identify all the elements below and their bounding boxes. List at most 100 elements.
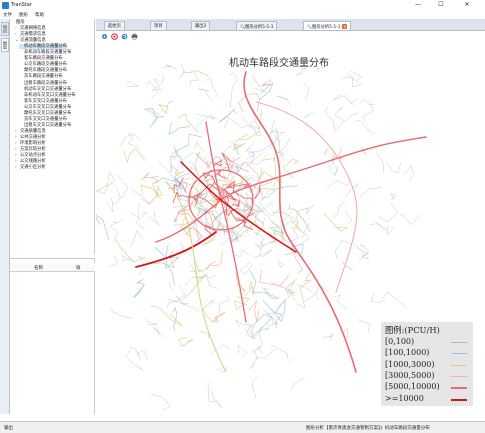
status-bar: 输出 图形分析【南京青奥会交通管制方案】》机动车路段交通量分布 — [0, 421, 485, 433]
road-segment — [177, 113, 199, 134]
print-icon[interactable] — [131, 33, 138, 40]
road-segment — [207, 251, 223, 266]
refresh-icon[interactable] — [121, 33, 128, 40]
tree-item-label: 客车路段交通量分布 — [24, 56, 63, 62]
road-segment — [353, 244, 369, 257]
menu-help[interactable]: 帮助 — [35, 12, 44, 18]
tree-item[interactable]: 非机动车交叉口交通量分布 — [19, 93, 76, 98]
sidetab-layers[interactable]: 图层 — [1, 38, 9, 52]
properties-panel: 名称 值 — [10, 258, 95, 414]
tree-item[interactable]: › 交通网络信息 — [15, 26, 46, 31]
tree-item[interactable]: 出租车交叉口交通量分布 — [19, 123, 71, 128]
tree-item-label: 出租车交叉口交通量分布 — [24, 122, 72, 128]
road-segment — [106, 197, 114, 213]
road-segment — [144, 108, 158, 129]
tree-item[interactable]: ⌄交通流量信息 — [15, 38, 46, 43]
tab-document[interactable]: 项目 — [150, 21, 167, 30]
road-segment — [230, 85, 234, 109]
road-segment — [248, 300, 260, 322]
tree-item[interactable]: 货车交叉口交通量分布 — [19, 117, 67, 122]
close-button[interactable]: ✕ — [461, 1, 473, 8]
tree-item[interactable]: › 公共交通分析 — [15, 135, 46, 140]
road-segment — [172, 306, 178, 332]
road-segment — [259, 190, 269, 208]
road-segment — [354, 119, 375, 135]
road-segment — [112, 187, 121, 205]
road-segment — [382, 291, 407, 308]
road-segment — [324, 106, 335, 130]
tree-item[interactable]: › 公交线路分析 — [15, 159, 46, 164]
road-segment — [239, 125, 258, 136]
road-segment — [125, 81, 139, 87]
road-segment — [186, 225, 196, 234]
tab-document[interactable]: 🔍图形分析5-1-1 × — [303, 21, 352, 30]
menu-bar: 文件 图形 帮助 — [0, 11, 485, 19]
menu-file[interactable]: 文件 — [3, 12, 12, 18]
tree-item[interactable]: › 交通小区分析 — [15, 165, 46, 170]
road-segment — [181, 180, 188, 194]
tab-document[interactable]: 输出2 — [191, 21, 211, 30]
tab-label: 图形分析5-1-1 — [244, 25, 274, 30]
road-segment — [257, 82, 274, 112]
tree-item[interactable]: 图形 — [11, 20, 25, 25]
road-segment — [123, 148, 146, 164]
road-segment — [254, 243, 264, 250]
road-segment — [378, 202, 398, 223]
close-tab-icon[interactable]: × — [342, 24, 348, 29]
map-view[interactable]: 机动车路段交通量分布 图例:(PCU/H) [0,100) [100,1000)[… — [96, 42, 485, 414]
tree-item[interactable]: › 交通质量信息 — [15, 129, 46, 134]
road-segment — [245, 173, 254, 182]
tree-item[interactable]: 机动车路段交通量分布 — [19, 44, 67, 50]
road-segment — [96, 182, 108, 194]
settings-icon[interactable] — [101, 33, 108, 40]
target-icon[interactable] — [111, 33, 118, 40]
tree-item[interactable]: › 环境影响分析 — [15, 141, 46, 146]
tree-item-label: 公共交通分析 — [20, 134, 46, 140]
road-segment — [167, 285, 186, 302]
tree-item[interactable]: 客车交叉口交通量分布 — [19, 99, 67, 104]
tree-item[interactable]: 非机动车路段交通量分布 — [19, 50, 71, 55]
title-bar: TranStar — ☐ ✕ — [0, 0, 485, 11]
tree-item[interactable]: 摩托车交叉口交通量分布 — [19, 111, 71, 116]
tree-item[interactable]: 客车路段交通量分布 — [19, 56, 63, 61]
road-segment — [135, 212, 148, 229]
tree-item-label: 机动车路段交通量分布 — [24, 44, 67, 50]
road-segment — [151, 394, 171, 410]
road-segment — [333, 112, 358, 133]
road-segment — [151, 75, 165, 91]
tree-item-label: 货车交叉口交通量分布 — [24, 116, 67, 122]
status-output-label: 输出 — [4, 426, 13, 431]
tree-item[interactable]: › 交通需求信息 — [15, 32, 46, 37]
tree-item[interactable]: 出租车路段交通量分布 — [19, 81, 67, 86]
tree-item[interactable]: › 公交站点分析 — [15, 153, 46, 158]
minimize-button[interactable]: — — [412, 1, 424, 8]
road-segment — [270, 344, 289, 361]
tab-label: 项目 — [154, 24, 163, 29]
road-segment — [130, 188, 152, 205]
road-segment — [333, 294, 347, 309]
tree-item[interactable]: 公交车路段交通量分布 — [19, 62, 67, 67]
sidetab-project[interactable]: 项目 — [1, 22, 9, 36]
road-segment — [254, 232, 265, 245]
tab-label: 输出2 — [195, 24, 207, 29]
tree-item-label: 客车交叉口交通量分布 — [24, 98, 67, 104]
road-segment — [299, 233, 310, 245]
tree-item[interactable]: 公交车交叉口交通量分布 — [19, 105, 71, 110]
tree-item[interactable]: 货车路段交通量分布 — [19, 74, 63, 79]
maximize-button[interactable]: ☐ — [435, 1, 447, 8]
tree-item[interactable]: 摩托车路段交通量分布 — [19, 68, 67, 73]
column-name: 名称 — [34, 266, 43, 271]
menu-graphics[interactable]: 图形 — [19, 12, 28, 18]
road-segment — [262, 300, 283, 326]
road-segment — [371, 293, 386, 303]
road-segment — [254, 348, 276, 360]
tree-item-label: 交通需求信息 — [20, 32, 46, 38]
tree-item[interactable]: 机动车交叉口交通量分布 — [19, 87, 71, 92]
tree-item[interactable]: › 方案比较分析 — [15, 147, 46, 152]
tab-document[interactable]: 起始页 — [104, 21, 125, 30]
road-segment — [277, 259, 285, 268]
tab-document[interactable]: 🔍图形分析5-1-1 — [236, 21, 278, 30]
road-segment — [137, 349, 148, 360]
road-segment — [252, 76, 272, 87]
tree-item-label: 方案比较分析 — [20, 147, 46, 153]
